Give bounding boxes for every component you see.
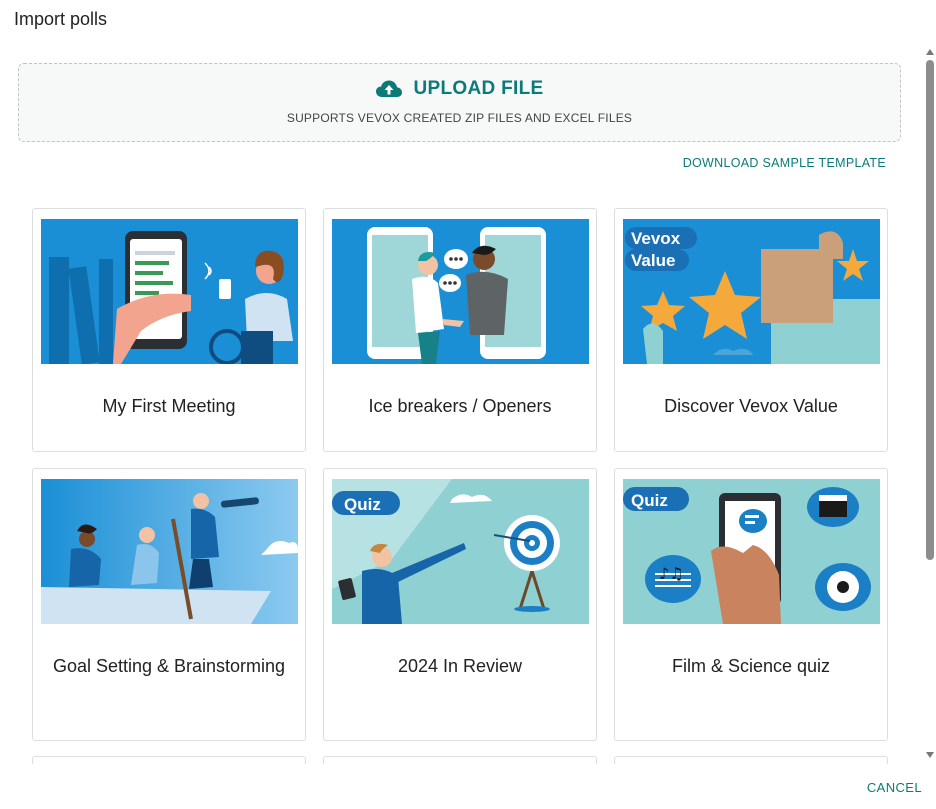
templates-scroll-area[interactable]: UPLOAD FILE SUPPORTS VEVOX CREATED ZIP F… <box>0 44 924 764</box>
svg-text:Quiz: Quiz <box>344 495 381 514</box>
template-illustration <box>332 219 589 364</box>
svg-text:♪♫: ♪♫ <box>659 564 684 583</box>
template-name: Discover Vevox Value <box>664 396 838 416</box>
cloud-upload-icon <box>375 80 402 97</box>
svg-text:Vevox: Vevox <box>631 229 681 248</box>
template-card-ice-breakers[interactable]: Ice breakers / Openers <box>323 208 597 452</box>
template-name: Film & Science quiz <box>671 656 831 676</box>
template-name: 2024 In Review <box>397 656 523 676</box>
download-sample-template-link[interactable]: DOWNLOAD SAMPLE TEMPLATE <box>683 156 886 170</box>
template-card-2024-in-review[interactable]: Quiz 2024 In Review <box>323 468 597 741</box>
upload-supported-formats: SUPPORTS VEVOX CREATED ZIP FILES AND EXC… <box>286 111 633 125</box>
scroll-up-arrow-icon[interactable] <box>926 49 934 55</box>
template-card-discover-vevox-value[interactable]: Vevox Value Discover Vevox Value <box>614 208 888 452</box>
svg-text:Value: Value <box>631 251 675 270</box>
template-illustration <box>41 479 298 624</box>
template-card-partial[interactable] <box>614 756 888 764</box>
template-name: Ice breakers / Openers <box>368 396 552 416</box>
template-name: Goal Setting & Brainstorming <box>52 656 286 676</box>
scrollbar-thumb[interactable] <box>926 60 934 560</box>
template-card-film-science-quiz[interactable]: ♪♫ Quiz Film & Science quiz <box>614 468 888 741</box>
template-card-goal-setting[interactable]: Goal Setting & Brainstorming <box>32 468 306 741</box>
upload-file-label: UPLOAD FILE <box>413 78 544 99</box>
template-illustration: ♪♫ Quiz <box>623 479 880 624</box>
svg-text:Quiz: Quiz <box>631 491 668 510</box>
cancel-button[interactable]: CANCEL <box>867 780 922 795</box>
upload-row: UPLOAD FILE <box>19 78 900 100</box>
template-illustration <box>41 219 298 364</box>
template-card-partial[interactable] <box>32 756 306 764</box>
template-illustration: Quiz <box>332 479 589 624</box>
template-name: My First Meeting <box>102 396 236 416</box>
template-illustration: Vevox Value <box>623 219 880 364</box>
dialog-title: Import polls <box>14 9 108 29</box>
scroll-down-arrow-icon[interactable] <box>926 752 934 758</box>
scrollbar[interactable] <box>924 44 936 764</box>
template-card-partial[interactable] <box>323 756 597 764</box>
template-card-my-first-meeting[interactable]: My First Meeting <box>32 208 306 452</box>
upload-file-dropzone[interactable]: UPLOAD FILE SUPPORTS VEVOX CREATED ZIP F… <box>18 63 901 142</box>
